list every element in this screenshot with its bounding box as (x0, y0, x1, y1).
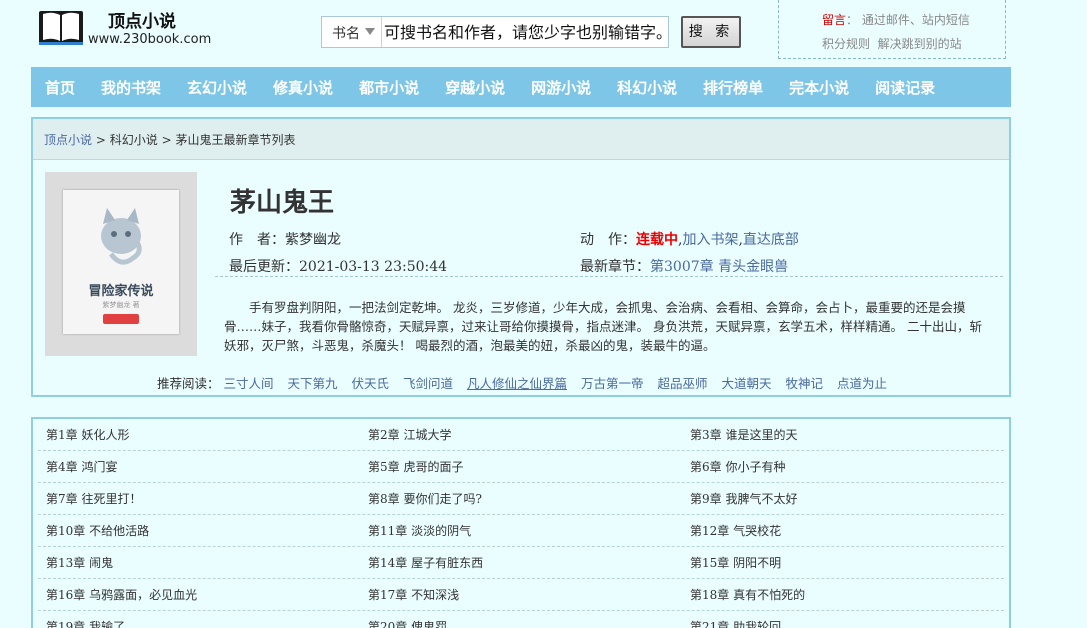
chapter-link[interactable]: 第6章 你小子有种 (682, 458, 1004, 475)
chapter-link[interactable]: 第4章 鸿门宴 (38, 458, 360, 475)
latest-chapter-link[interactable]: 第3007章 青头金眼兽 (650, 259, 788, 275)
search-button[interactable]: 搜 索 (681, 16, 741, 48)
nav-item-kehuan[interactable]: 科幻小说 (617, 77, 677, 98)
cover-publisher-logo (103, 314, 139, 324)
notice-link-mail[interactable]: 通过邮件、站内短信 (862, 13, 970, 27)
chapter-link[interactable]: 第5章 虎哥的面子 (360, 458, 682, 475)
recommend-item[interactable]: 超品巫师 (658, 376, 708, 391)
chapter-link[interactable]: 第12章 气哭校花 (682, 522, 1004, 539)
recommend-item[interactable]: 万古第一帝 (581, 376, 644, 391)
table-row: 第1章 妖化人形 第2章 江城大学 第3章 谁是这里的天 (38, 419, 1004, 451)
chapter-link[interactable]: 第9章 我脾气不太好 (682, 490, 1004, 507)
cat-illustration-icon (101, 208, 142, 265)
recommend-item[interactable]: 凡人修仙之仙界篇 (467, 376, 567, 391)
nav-item-dushi[interactable]: 都市小说 (359, 77, 419, 98)
chapter-link[interactable]: 第2章 江城大学 (360, 426, 682, 443)
search-bar: 书名 (321, 16, 669, 48)
nav-item-wangyou[interactable]: 网游小说 (531, 77, 591, 98)
cover-author: 紫梦幽龙 著 (102, 301, 140, 309)
chapter-link[interactable]: 第13章 闹鬼 (38, 554, 360, 571)
nav-item-ranking[interactable]: 排行榜单 (703, 77, 763, 98)
chapter-link[interactable]: 第20章 傀鬼罚 (360, 618, 682, 628)
book-title: 茅山鬼王 (230, 188, 335, 218)
search-type-select[interactable]: 书名 (322, 17, 382, 47)
notice-label: 留言 (822, 13, 847, 27)
notice-box: 留言： 通过邮件、站内短信 积分规则 解决跳到别的站 (778, 0, 1006, 59)
chapter-link[interactable]: 第16章 乌鸦露面，必见血光 (38, 586, 360, 603)
book-actions: 动 作：连载中,加入书架,直达底部 (580, 232, 799, 248)
breadcrumb-category[interactable]: 科幻小说 (110, 133, 158, 147)
chapter-link[interactable]: 第11章 淡淡的阴气 (360, 522, 682, 539)
table-row: 第10章 不给他活路 第11章 淡淡的阴气 第12章 气哭校花 (38, 515, 1004, 547)
recommend-item[interactable]: 牧神记 (786, 376, 824, 391)
book-cover[interactable]: 冒险家传说 紫梦幽龙 著 (45, 172, 197, 356)
chapter-link[interactable]: 第1章 妖化人形 (38, 426, 360, 443)
chapter-link[interactable]: 第8章 要你们走了吗? (360, 490, 682, 507)
latest-chapter: 最新章节：第3007章 青头金眼兽 (580, 259, 789, 275)
nav-item-chuanyue[interactable]: 穿越小说 (445, 77, 505, 98)
status-badge: 连载中 (636, 232, 678, 248)
table-row: 第16章 乌鸦露面，必见血光 第17章 不知深浅 第18章 真有不怕死的 (38, 579, 1004, 611)
go-bottom-link[interactable]: 直达底部 (743, 232, 799, 248)
book-author: 作 者：紫梦幽龙 (229, 232, 341, 248)
chapter-link[interactable]: 第7章 往死里打！ (38, 490, 360, 507)
site-url: www.230book.com (88, 32, 212, 47)
chapter-link[interactable]: 第21章 助我轮回 (682, 618, 1004, 628)
nav-item-history[interactable]: 阅读记录 (875, 77, 935, 98)
breadcrumb-home[interactable]: 顶点小说 (44, 133, 92, 147)
recommend-item[interactable]: 三寸人间 (224, 376, 274, 391)
table-row: 第7章 往死里打！ 第8章 要你们走了吗? 第9章 我脾气不太好 (38, 483, 1004, 515)
table-row: 第4章 鸿门宴 第5章 虎哥的面子 第6章 你小子有种 (38, 451, 1004, 483)
search-input[interactable] (384, 19, 668, 45)
add-bookshelf-link[interactable]: 加入书架 (682, 232, 738, 248)
breadcrumb-current: 茅山鬼王最新章节列表 (175, 133, 296, 147)
main-nav: 首页 我的书架 玄幻小说 修真小说 都市小说 穿越小说 网游小说 科幻小说 排行… (31, 67, 1011, 107)
breadcrumb: 顶点小说 > 科幻小说 > 茅山鬼王最新章节列表 (33, 119, 1009, 160)
book-info-panel: 顶点小说 > 科幻小说 > 茅山鬼王最新章节列表 冒险家传说 紫梦幽龙 著 茅山… (31, 117, 1011, 397)
notice-link-redirect[interactable]: 解决跳到别的站 (878, 37, 962, 51)
site-name: 顶点小说 (108, 12, 176, 32)
chapter-link[interactable]: 第19章 我输了 (38, 618, 360, 628)
recommended-reading: 推荐阅读： 三寸人间 天下第九 伏天氏 飞剑问道 凡人修仙之仙界篇 万古第一帝 … (157, 373, 897, 392)
chapter-link[interactable]: 第3章 谁是这里的天 (682, 426, 1004, 443)
nav-item-home[interactable]: 首页 (45, 77, 75, 98)
recommend-item[interactable]: 大道朝天 (722, 376, 772, 391)
divider (215, 276, 1003, 277)
chapter-link[interactable]: 第10章 不给他活路 (38, 522, 360, 539)
nav-item-xuanhuan[interactable]: 玄幻小说 (187, 77, 247, 98)
nav-item-xiuzhen[interactable]: 修真小说 (273, 77, 333, 98)
site-header: 顶点小说 www.230book.com 书名 搜 索 留言： 通过邮件、站内短… (0, 0, 1087, 64)
book-logo-icon (39, 11, 83, 45)
recommend-item[interactable]: 飞剑问道 (403, 376, 453, 391)
chapter-list: 第1章 妖化人形 第2章 江城大学 第3章 谁是这里的天 第4章 鸿门宴 第5章… (31, 417, 1011, 628)
book-description: 手有罗盘判阴阳，一把法剑定乾坤。 龙炎，三岁修道，少年大成，会抓鬼、会治病、会看… (224, 300, 982, 353)
recommend-item[interactable]: 点道为止 (837, 376, 887, 391)
notice-link-points[interactable]: 积分规则 (822, 37, 870, 51)
cover-title: 冒险家传说 (88, 284, 154, 299)
chapter-link[interactable]: 第18章 真有不怕死的 (682, 586, 1004, 603)
site-logo[interactable]: 顶点小说 www.230book.com (38, 6, 212, 50)
recommend-item[interactable]: 伏天氏 (352, 376, 390, 391)
search-type-label: 书名 (332, 26, 360, 42)
chapter-link[interactable]: 第17章 不知深浅 (360, 586, 682, 603)
last-updated: 最后更新：2021-03-13 23:50:44 (229, 259, 448, 275)
nav-item-bookshelf[interactable]: 我的书架 (101, 77, 161, 98)
recommend-item[interactable]: 天下第九 (288, 376, 338, 391)
chapter-link[interactable]: 第14章 屋子有脏东西 (360, 554, 682, 571)
nav-item-completed[interactable]: 完本小说 (789, 77, 849, 98)
chevron-down-icon (365, 28, 375, 35)
recommend-label: 推荐阅读： (157, 376, 220, 391)
chapter-link[interactable]: 第15章 阴阳不明 (682, 554, 1004, 571)
table-row: 第13章 闹鬼 第14章 屋子有脏东西 第15章 阴阳不明 (38, 547, 1004, 579)
table-row: 第19章 我输了 第20章 傀鬼罚 第21章 助我轮回 (38, 611, 1004, 628)
